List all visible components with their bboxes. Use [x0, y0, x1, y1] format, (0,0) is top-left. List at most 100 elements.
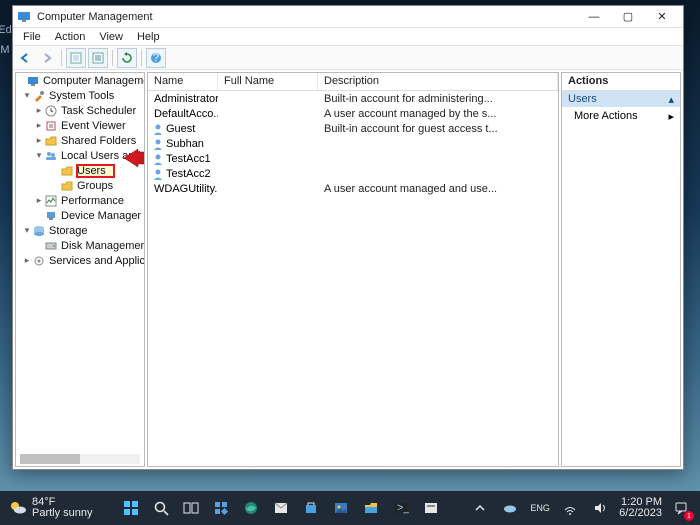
tree-task-scheduler[interactable]: Task Scheduler	[61, 105, 136, 117]
folder-share-icon	[44, 135, 58, 147]
user-icon	[152, 153, 164, 165]
toolbar-btn-2[interactable]	[88, 48, 108, 68]
start-button[interactable]	[120, 497, 142, 519]
language-indicator[interactable]: ENG	[529, 497, 551, 519]
twister-icon[interactable]: ▸	[34, 195, 44, 206]
mail-button[interactable]	[270, 497, 292, 519]
weather-widget[interactable]: 84°F Partly sunny	[8, 497, 93, 519]
twister-icon[interactable]: ▸	[34, 105, 44, 116]
user-name: Subhan	[166, 138, 204, 150]
col-name[interactable]: Name	[148, 73, 218, 90]
explorer-button[interactable]	[360, 497, 382, 519]
wifi-icon[interactable]	[559, 497, 581, 519]
twister-icon[interactable]: ▾	[22, 225, 32, 236]
store-button[interactable]	[300, 497, 322, 519]
list-item[interactable]: AdministratorBuilt-in account for admini…	[148, 91, 558, 106]
tree-storage[interactable]: Storage	[49, 225, 88, 237]
user-icon	[152, 168, 164, 180]
forward-button[interactable]	[37, 48, 57, 68]
minimize-button[interactable]: —	[577, 6, 611, 28]
tray-chevron[interactable]	[469, 497, 491, 519]
user-icon	[152, 138, 164, 150]
titlebar[interactable]: Computer Management — ▢ ✕	[13, 6, 683, 28]
user-name: TestAcc1	[166, 153, 211, 165]
device-icon	[44, 210, 58, 222]
list-item[interactable]: WDAGUtility... A user account managed and…	[148, 181, 558, 196]
user-desc: A user account managed by the s...	[318, 108, 558, 120]
app-button[interactable]	[420, 497, 442, 519]
taskbar-right: ENG 1:20 PM 6/2/2023 1	[461, 497, 700, 519]
disk-icon	[44, 240, 58, 252]
menu-help[interactable]: Help	[131, 30, 166, 44]
tree-system-tools[interactable]: System Tools	[49, 90, 114, 102]
tree-performance[interactable]: Performance	[61, 195, 124, 207]
tree-services-apps[interactable]: Services and Applications	[49, 255, 145, 267]
more-actions[interactable]: More Actions▸	[562, 107, 680, 125]
onedrive-icon[interactable]	[499, 497, 521, 519]
user-name: WDAGUtility...	[154, 183, 218, 195]
menu-view[interactable]: View	[93, 30, 129, 44]
tree-root[interactable]: Computer Management (Local	[43, 75, 145, 87]
list-item[interactable]: TestAcc1	[148, 151, 558, 166]
list-rows[interactable]: AdministratorBuilt-in account for admini…	[148, 91, 558, 466]
list-item[interactable]: Subhan	[148, 136, 558, 151]
tree-horizontal-scrollbar[interactable]	[20, 454, 140, 464]
task-view-button[interactable]	[180, 497, 202, 519]
notif-badge: 1	[684, 511, 694, 521]
actions-context[interactable]: Users▴	[562, 91, 680, 107]
twister-icon[interactable]: ▸	[34, 135, 44, 146]
twister-icon[interactable]: ▾	[34, 150, 44, 161]
toolbar-btn-1[interactable]	[66, 48, 86, 68]
tree-groups[interactable]: Groups	[77, 180, 113, 192]
taskbar-center: >_	[101, 497, 462, 519]
scrollbar-thumb[interactable]	[20, 454, 80, 464]
perf-icon	[44, 195, 58, 207]
list-item[interactable]: GuestBuilt-in account for guest access t…	[148, 121, 558, 136]
tree-pane[interactable]: Computer Management (Local ▾ System Tools…	[15, 72, 145, 467]
notifications-button[interactable]: 1	[670, 497, 692, 519]
tree-local-users-groups[interactable]: Local Users and Groups	[61, 150, 145, 162]
actions-pane: Actions Users▴ More Actions▸	[561, 72, 681, 467]
volume-icon[interactable]	[589, 497, 611, 519]
user-desc: Built-in account for administering...	[318, 93, 558, 105]
tools-icon	[32, 90, 46, 102]
menu-action[interactable]: Action	[49, 30, 92, 44]
body: Computer Management (Local ▾ System Tools…	[13, 70, 683, 469]
maximize-button[interactable]: ▢	[611, 6, 645, 28]
search-button[interactable]	[150, 497, 172, 519]
tree-device-manager[interactable]: Device Manager	[61, 210, 141, 222]
menu-file[interactable]: File	[17, 30, 47, 44]
clock-date: 6/2/2023	[619, 508, 662, 519]
list-item[interactable]: TestAcc2	[148, 166, 558, 181]
photos-button[interactable]	[330, 497, 352, 519]
twister-icon[interactable]: ▸	[22, 255, 32, 266]
twister-icon[interactable]: ▾	[22, 90, 32, 101]
close-icon: ✕	[657, 10, 666, 23]
terminal-button[interactable]: >_	[390, 497, 412, 519]
column-headers: Name Full Name Description	[148, 73, 558, 91]
user-name: Guest	[166, 123, 195, 135]
tree-shared-folders[interactable]: Shared Folders	[61, 135, 136, 147]
list-item[interactable]: DefaultAcco...A user account managed by …	[148, 106, 558, 121]
users-group-icon	[44, 150, 58, 162]
widgets-button[interactable]	[210, 497, 232, 519]
app-icon	[17, 10, 31, 24]
toolbar: ?	[13, 46, 683, 70]
clock[interactable]: 1:20 PM 6/2/2023	[619, 497, 662, 519]
edge-button[interactable]	[240, 497, 262, 519]
user-desc: A user account managed and use...	[318, 183, 558, 195]
refresh-button[interactable]	[117, 48, 137, 68]
close-button[interactable]: ✕	[645, 6, 679, 28]
help-button[interactable]: ?	[146, 48, 166, 68]
tree-event-viewer[interactable]: Event Viewer	[61, 120, 126, 132]
col-description[interactable]: Description	[318, 73, 558, 90]
tree-users[interactable]: Users	[77, 165, 114, 177]
twister-icon[interactable]: ▸	[34, 120, 44, 131]
back-button[interactable]	[15, 48, 35, 68]
actions-header: Actions	[562, 73, 680, 91]
taskbar[interactable]: 84°F Partly sunny >_ ENG 1:20	[0, 491, 700, 525]
minimize-icon: —	[589, 11, 600, 23]
col-fullname[interactable]: Full Name	[218, 73, 318, 90]
tree-disk-management[interactable]: Disk Management	[61, 240, 145, 252]
toolbar-sep2	[112, 50, 113, 66]
